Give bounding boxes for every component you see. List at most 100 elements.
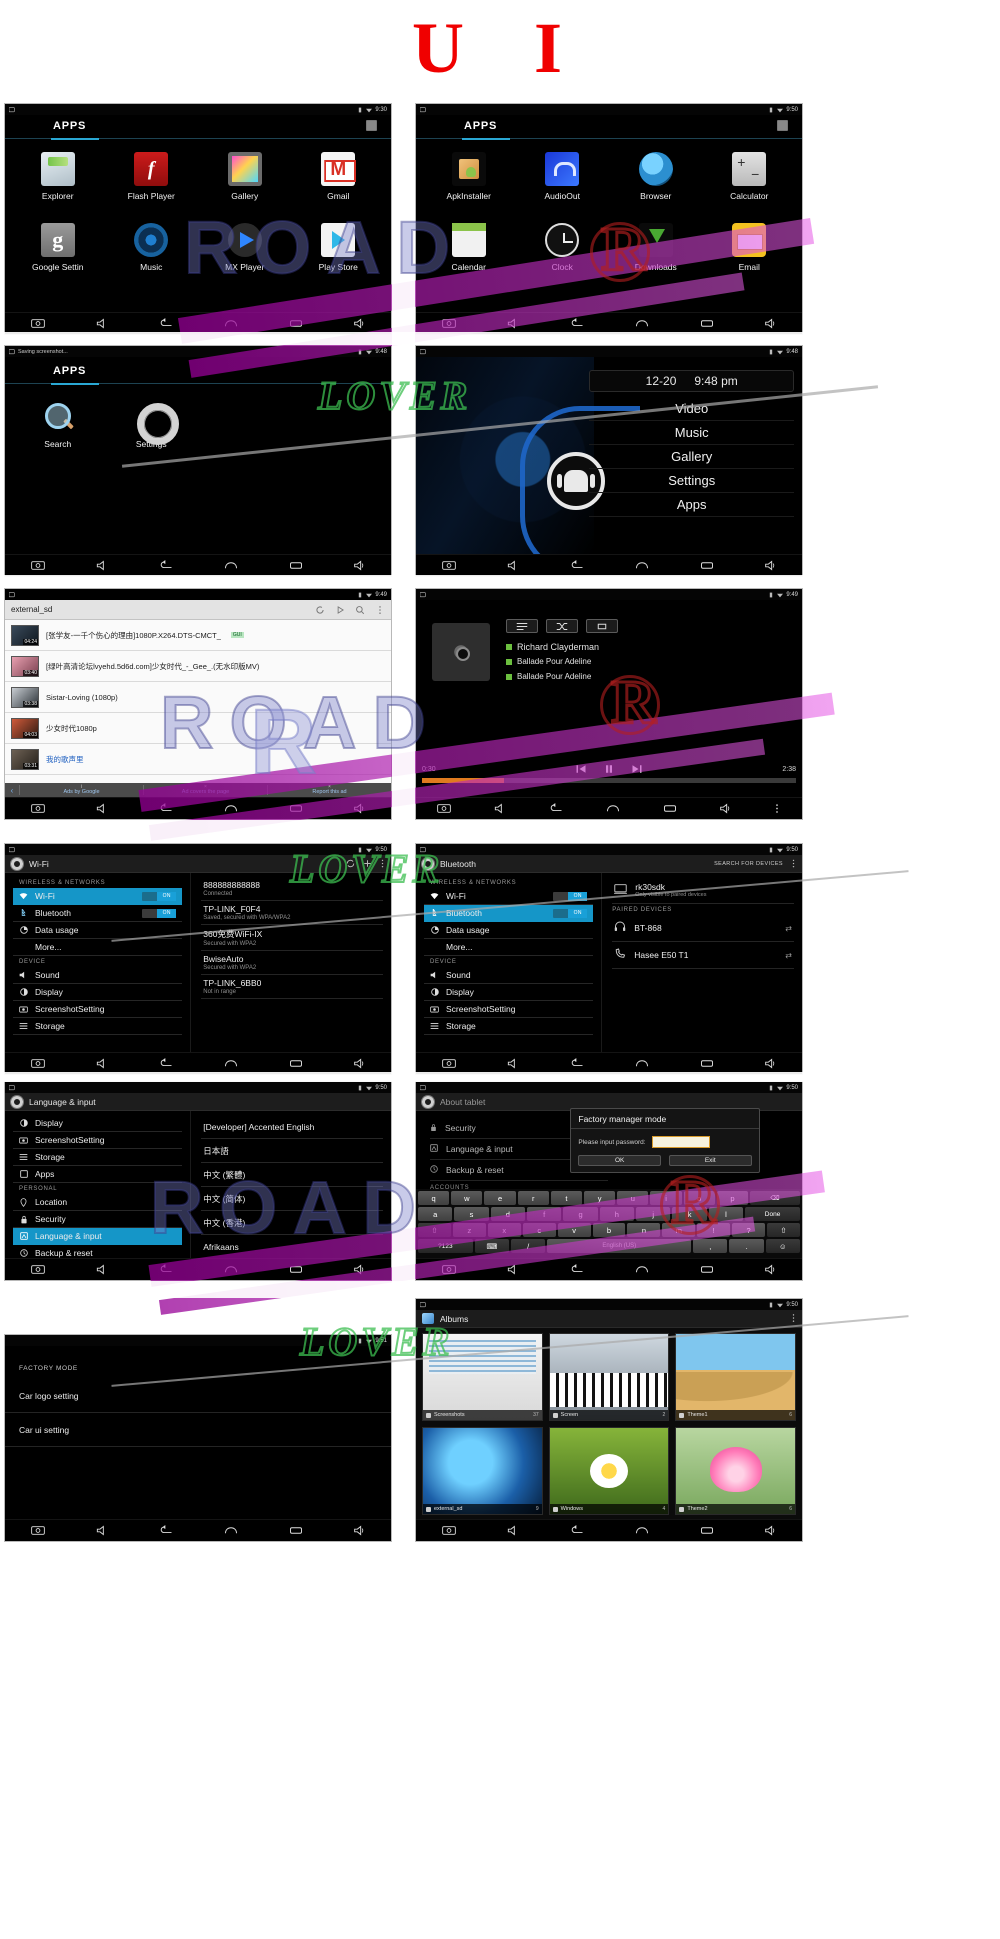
volume-up-icon[interactable] — [764, 1058, 777, 1069]
tab-apps[interactable]: APPS — [53, 120, 86, 132]
key-question[interactable]: ? — [732, 1223, 766, 1237]
language-row[interactable]: 日本語 — [201, 1139, 383, 1163]
settings-row-more[interactable]: More... — [13, 939, 183, 956]
back-icon[interactable] — [159, 803, 173, 814]
overflow-menu-icon[interactable] — [375, 605, 385, 615]
settings-row-data-usage[interactable]: Data usage — [13, 922, 183, 939]
settings-row-data-usage[interactable]: Data usage — [424, 922, 594, 939]
shuffle-icon[interactable] — [546, 619, 578, 633]
file-row[interactable]: 03:31 我的歌声里 — [5, 744, 391, 775]
file-list[interactable]: 04:24 [张学友-一千个伤心的理由]1080P.X264.DTS-CMCT_… — [5, 620, 391, 783]
volume-up-icon[interactable] — [353, 803, 366, 814]
next-icon[interactable] — [631, 764, 643, 774]
app-calculator[interactable]: Calculator — [703, 152, 797, 201]
ad-covers-page[interactable]: × Ad covers the page — [143, 784, 267, 796]
overflow-menu-icon[interactable] — [791, 859, 796, 868]
language-row[interactable]: 中文 (香港) — [201, 1211, 383, 1235]
volume-down-icon[interactable] — [494, 803, 506, 814]
settings-row-screenshot[interactable]: ScreenshotSetting — [424, 1001, 594, 1018]
settings-row-display[interactable]: Display — [424, 984, 594, 1001]
playlist-icon[interactable] — [506, 619, 538, 633]
screenshot-icon[interactable] — [441, 1058, 456, 1069]
file-row[interactable]: 03:40 [绿叶高清论坛lvyehd.5d6d.com]少女时代_-_Gee_… — [5, 651, 391, 682]
paired-device-row[interactable]: Hasee E50 T1 ⇄ — [612, 942, 794, 969]
key-t[interactable]: t — [550, 1191, 583, 1205]
settings-row-sound[interactable]: Sound — [424, 967, 594, 984]
back-icon[interactable] — [570, 1264, 584, 1275]
key-d[interactable]: d — [490, 1207, 526, 1221]
track-row[interactable]: Ballade Pour Adeline — [506, 654, 794, 669]
screenshot-icon[interactable] — [30, 803, 45, 814]
repeat-icon[interactable] — [586, 619, 618, 633]
volume-down-icon[interactable] — [96, 560, 108, 571]
language-row[interactable]: [Developer] Accented English — [201, 1115, 383, 1139]
recents-icon[interactable] — [289, 560, 303, 571]
settings-row-apps[interactable]: Apps — [13, 1166, 183, 1183]
wifi-toggle[interactable]: ON — [142, 891, 177, 901]
language-row[interactable]: 中文 (简体) — [201, 1187, 383, 1211]
settings-row-storage[interactable]: Storage — [13, 1018, 183, 1035]
back-icon[interactable] — [549, 803, 563, 814]
bluetooth-self-device[interactable]: rk30sdk Only visible to paired devices — [612, 877, 794, 904]
volume-down-icon[interactable] — [507, 1058, 519, 1069]
tab-apps[interactable]: APPS — [464, 120, 497, 132]
volume-up-icon[interactable] — [353, 1058, 366, 1069]
volume-down-icon[interactable] — [507, 1525, 519, 1536]
recents-icon[interactable] — [700, 1525, 714, 1536]
file-row[interactable]: 04:24 [张学友-一千个伤心的理由]1080P.X264.DTS-CMCT_… — [5, 620, 391, 651]
album-cell[interactable]: Screenshots 37 — [422, 1333, 543, 1421]
home-icon[interactable] — [635, 560, 649, 571]
album-cell[interactable]: Screen 2 — [548, 1333, 670, 1421]
seek-bar[interactable] — [422, 778, 796, 783]
device-settings-icon[interactable]: ⇄ — [785, 924, 792, 933]
home-icon[interactable] — [635, 1525, 649, 1536]
settings-row-screenshot[interactable]: ScreenshotSetting — [13, 1132, 183, 1149]
home-icon[interactable] — [635, 1058, 649, 1069]
app-flash-player[interactable]: Flash Player — [105, 152, 199, 201]
paired-device-row[interactable]: BT-868 ⇄ — [612, 915, 794, 942]
key-a[interactable]: a — [417, 1207, 453, 1221]
back-icon[interactable] — [159, 318, 173, 329]
app-mx-player[interactable]: MX Player — [198, 223, 292, 272]
settings-row-storage[interactable]: Storage — [13, 1149, 183, 1166]
tab-apps[interactable]: APPS — [53, 365, 86, 377]
recents-icon[interactable] — [289, 318, 303, 329]
previous-icon[interactable] — [575, 764, 587, 774]
volume-up-icon[interactable] — [764, 560, 777, 571]
settings-row-location[interactable]: Location — [13, 1194, 183, 1211]
home-icon[interactable] — [224, 318, 238, 329]
volume-down-icon[interactable] — [507, 318, 519, 329]
ok-button[interactable]: OK — [578, 1155, 661, 1166]
wifi-network-row[interactable]: 360免费WiFi-IX Secured with WPA2 — [201, 925, 383, 951]
volume-down-icon[interactable] — [96, 803, 108, 814]
breadcrumb-path[interactable]: external_sd — [11, 605, 52, 614]
track-row[interactable]: Ballade Pour Adeline — [506, 669, 794, 684]
settings-row-display[interactable]: Display — [13, 1115, 183, 1132]
apps-menu-icon[interactable] — [366, 120, 377, 131]
settings-row-sound[interactable]: Sound — [13, 967, 183, 984]
settings-row-wifi[interactable]: Wi-Fi ON — [13, 888, 183, 905]
app-browser[interactable]: Browser — [609, 152, 703, 201]
launcher-item-music[interactable]: Music — [589, 421, 794, 445]
key-q[interactable]: q — [418, 1191, 450, 1205]
volume-up-icon[interactable] — [353, 318, 366, 329]
key-x[interactable]: x — [487, 1223, 521, 1237]
shift-key[interactable]: ⇧ — [418, 1223, 451, 1237]
key-z[interactable]: z — [452, 1223, 486, 1237]
pause-icon[interactable] — [603, 764, 615, 774]
key-p[interactable]: p — [716, 1191, 749, 1205]
emoji-key[interactable]: ☺ — [765, 1239, 801, 1253]
key-l[interactable]: l — [708, 1207, 744, 1221]
recents-icon[interactable] — [289, 803, 303, 814]
ad-by-google[interactable]: i Ads by Google — [19, 784, 143, 796]
recents-icon[interactable] — [289, 1525, 303, 1536]
wifi-network-row[interactable]: BwiseAuto Secured with WPA2 — [201, 951, 383, 975]
album-cell[interactable]: Theme2 6 — [675, 1427, 796, 1515]
comma-key[interactable]: , — [693, 1239, 728, 1253]
volume-down-icon[interactable] — [96, 1264, 108, 1275]
album-cell[interactable]: Theme1 6 — [675, 1333, 796, 1421]
volume-up-icon[interactable] — [764, 1525, 777, 1536]
ad-collapse-icon[interactable]: ‹ — [5, 786, 19, 795]
launcher-item-video[interactable]: Video — [589, 397, 794, 421]
settings-row-more[interactable]: More... — [424, 939, 594, 956]
